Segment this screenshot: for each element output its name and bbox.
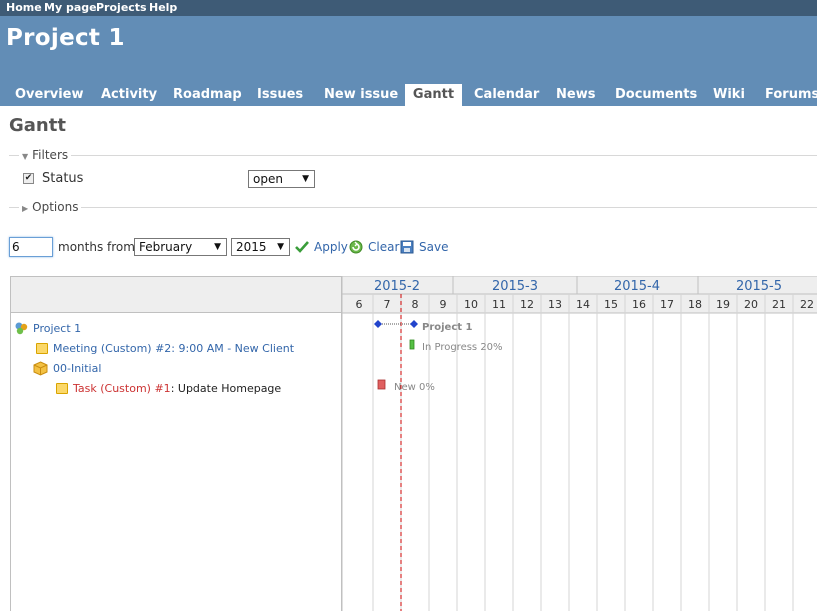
month-select[interactable]: February ▼: [134, 238, 227, 256]
gantt-grid: 2015-2 2015-3 2015-4 2015-5 6 7 8 9 10 11 12 13…: [342, 276, 817, 611]
months-from-label: months from: [58, 240, 135, 254]
options-toggle[interactable]: ▶ Options: [19, 200, 82, 214]
week-label: 2015-4: [614, 279, 660, 294]
issue-2-bar-label: In Progress 20%: [422, 342, 503, 353]
month-value: February: [139, 240, 193, 254]
tab-news[interactable]: News: [550, 84, 601, 106]
filters-toggle[interactable]: ▼ Filters: [19, 148, 72, 162]
issue-1-tracker-link[interactable]: Task (Custom) #1: [73, 382, 171, 395]
checkmark-icon[interactable]: [295, 240, 309, 254]
day-label: 22: [800, 298, 814, 311]
project-link[interactable]: Project 1: [33, 322, 81, 335]
tab-calendar[interactable]: Calendar: [468, 84, 545, 106]
day-label: 20: [744, 298, 758, 311]
help-link[interactable]: Help: [149, 1, 177, 14]
expand-arrow-icon: ▶: [22, 204, 29, 213]
tab-gantt[interactable]: Gantt: [405, 84, 462, 106]
gantt-subjects: Project 1 Meeting (Custom) #2: 9:00 AM -…: [10, 312, 342, 611]
tab-forums[interactable]: Forums: [759, 84, 817, 106]
apply-link[interactable]: Apply: [314, 240, 348, 254]
day-label: 9: [440, 298, 447, 311]
filters-divider: [9, 155, 817, 156]
gantt-row-issue-1[interactable]: Task (Custom) #1: Update Homepage: [73, 382, 281, 395]
day-label: 15: [604, 298, 618, 311]
issue-1-bar-label: New 0%: [394, 382, 435, 393]
issue-icon: [36, 343, 48, 354]
status-checkbox[interactable]: ✔: [23, 173, 34, 184]
filters-legend: Filters: [32, 148, 69, 162]
project-end-marker: [410, 320, 418, 328]
day-label: 12: [520, 298, 534, 311]
issue-icon: [56, 383, 68, 394]
collapse-arrow-icon: ▼: [22, 152, 29, 161]
issue-1-subject[interactable]: Update Homepage: [178, 382, 281, 395]
gantt-row-project[interactable]: Project 1: [33, 322, 81, 335]
reload-icon[interactable]: [349, 240, 363, 254]
version-package-icon: [33, 361, 48, 376]
project-title: Project 1: [6, 25, 125, 51]
day-label: 13: [548, 298, 562, 311]
clear-link[interactable]: Clear: [368, 240, 399, 254]
options-legend: Options: [32, 200, 79, 214]
issue-1-bar[interactable]: [377, 379, 386, 390]
my-page-link[interactable]: My page: [44, 1, 97, 14]
tab-roadmap[interactable]: Roadmap: [167, 84, 248, 106]
tab-activity[interactable]: Activity: [95, 84, 163, 106]
day-label: 19: [716, 298, 730, 311]
dropdown-arrow-icon: ▼: [277, 242, 284, 252]
save-disk-icon[interactable]: [400, 240, 414, 254]
status-operator-select[interactable]: open ▼: [248, 170, 315, 188]
project-start-marker: [374, 320, 382, 328]
day-label: 21: [772, 298, 786, 311]
gantt-subjects-header: [10, 276, 342, 313]
day-label: 10: [464, 298, 478, 311]
day-label: 16: [632, 298, 646, 311]
home-link[interactable]: Home: [6, 1, 42, 14]
day-label: 7: [384, 298, 391, 311]
save-link[interactable]: Save: [419, 240, 448, 254]
project-icon: [15, 322, 28, 335]
dropdown-arrow-icon: ▼: [214, 242, 221, 252]
status-value: open: [253, 172, 283, 186]
header: Project 1 Overview Activity Roadmap Issu…: [0, 16, 817, 106]
status-label: Status: [42, 171, 84, 186]
day-label: 8: [412, 298, 419, 311]
project-bar-label: Project 1: [422, 322, 473, 333]
gantt-row-issue-2[interactable]: Meeting (Custom) #2: 9:00 AM - New Clien…: [53, 342, 294, 355]
week-label: 2015-2: [374, 279, 420, 294]
issue-2-tracker-link[interactable]: Meeting (Custom) #2: [53, 342, 171, 355]
issue-2-subject[interactable]: 9:00 AM - New Client: [179, 342, 295, 355]
day-label: 17: [660, 298, 674, 311]
months-input[interactable]: 6: [9, 237, 53, 257]
tab-new-issue[interactable]: New issue: [318, 84, 404, 106]
tab-issues[interactable]: Issues: [251, 84, 309, 106]
year-select[interactable]: 2015 ▼: [231, 238, 290, 256]
week-label: 2015-5: [736, 279, 782, 294]
projects-link[interactable]: Projects: [96, 1, 147, 14]
day-label: 11: [492, 298, 506, 311]
tab-wiki[interactable]: Wiki: [707, 84, 751, 106]
gantt-chart: 2015-2 2015-3 2015-4 2015-5 6 7 8 9 10 11 12 13…: [342, 276, 817, 611]
tab-overview[interactable]: Overview: [9, 84, 90, 106]
day-label: 18: [688, 298, 702, 311]
issue-2-bar[interactable]: [409, 339, 415, 350]
page-title: Gantt: [9, 115, 66, 136]
tab-documents[interactable]: Documents: [609, 84, 703, 106]
week-label: 2015-3: [492, 279, 538, 294]
gantt-row-version[interactable]: 00-Initial: [53, 362, 101, 375]
day-label: 6: [356, 298, 363, 311]
dropdown-arrow-icon: ▼: [302, 174, 309, 184]
top-menu: Home My page Projects Help: [0, 0, 817, 16]
day-label: 14: [576, 298, 590, 311]
year-value: 2015: [236, 240, 267, 254]
options-divider: [9, 207, 817, 208]
version-link[interactable]: 00-Initial: [53, 362, 101, 375]
